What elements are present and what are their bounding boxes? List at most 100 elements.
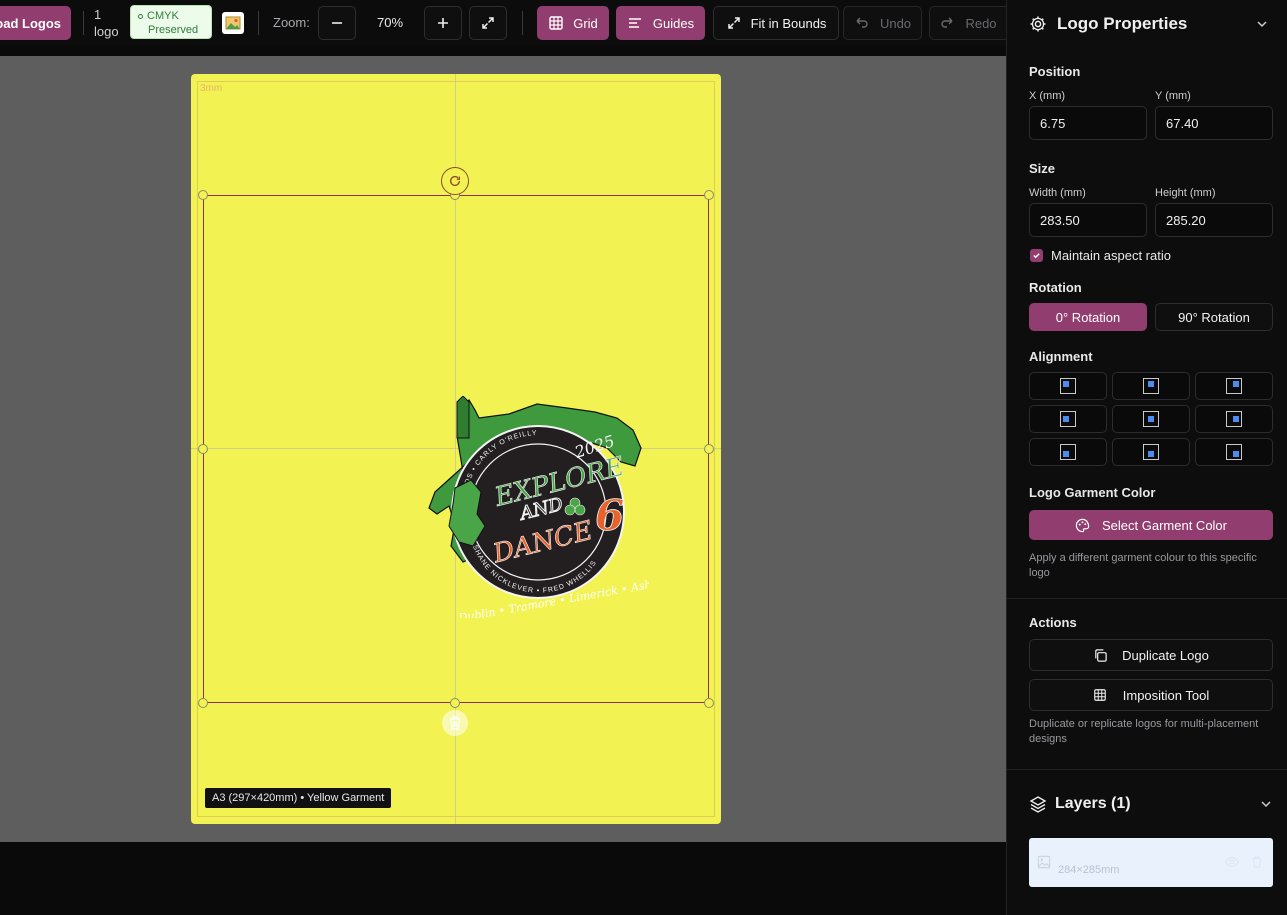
redo-icon (941, 17, 953, 28)
resize-handle-top-right[interactable] (704, 190, 714, 200)
rotation-0-label: 0° Rotation (1055, 309, 1121, 325)
layers-header[interactable]: Layers (1) (1029, 793, 1273, 815)
align-top-left-icon (1060, 378, 1076, 394)
trash-icon (450, 716, 460, 730)
cmyk-status: Preserved (148, 24, 199, 36)
rotate-handle[interactable] (441, 167, 469, 195)
layers-icon (1029, 796, 1047, 813)
align-middle-left-button[interactable] (1029, 405, 1107, 433)
guides-toggle-button[interactable]: Guides (616, 6, 705, 40)
garment-artboard[interactable]: 3mm TIA MOS • CARLY O'REILLY SHANE NICKL… (191, 74, 721, 824)
align-middle-right-button[interactable] (1195, 405, 1273, 433)
garment-color-hint: Apply a different garment colour to this… (1029, 552, 1257, 579)
logo-count-unit: logo (94, 24, 119, 39)
align-middle-left-icon (1060, 411, 1076, 427)
properties-panel: Logo Properties Position X (mm) Y (mm) S… (1006, 0, 1287, 915)
cmyk-status-badge: CMYK Preserved (130, 5, 212, 39)
align-bottom-center-button[interactable] (1112, 438, 1190, 466)
artboard-size-label: A3 (297×420mm) • Yellow Garment (205, 788, 392, 808)
align-bottom-right-icon (1226, 444, 1242, 460)
image-preview-button[interactable] (222, 12, 244, 34)
grid-toggle-button[interactable]: Grid (537, 6, 609, 40)
align-center-icon (1143, 411, 1159, 427)
panel-header[interactable]: Logo Properties (1029, 14, 1269, 34)
aspect-ratio-checkbox[interactable] (1030, 249, 1043, 262)
y-position-field[interactable] (1155, 106, 1273, 140)
gear-icon (1030, 16, 1046, 32)
actions-hint: Duplicate or replicate logos for multi-p… (1029, 718, 1259, 745)
app-root: oad Logos 1 logo CMYK Preserved Zoom: 70… (0, 0, 1287, 915)
selection-box[interactable] (203, 195, 709, 703)
panel-title: Logo Properties (1057, 14, 1188, 33)
resize-handle-bottom-right[interactable] (704, 698, 714, 708)
logo-count: 1 logo (94, 6, 119, 40)
chevron-down-icon[interactable] (1259, 797, 1273, 811)
eye-icon[interactable] (1225, 855, 1239, 869)
align-center-button[interactable] (1112, 405, 1190, 433)
align-top-center-button[interactable] (1112, 372, 1190, 400)
redo-button[interactable]: Redo (929, 6, 1006, 40)
toolbar-divider (258, 11, 259, 35)
select-garment-color-label: Select Garment Color (1102, 517, 1227, 533)
align-bottom-left-icon (1060, 444, 1076, 460)
duplicate-logo-button[interactable]: Duplicate Logo (1029, 639, 1273, 671)
rotation-0-button[interactable]: 0° Rotation (1029, 303, 1147, 331)
align-top-right-icon (1226, 378, 1242, 394)
delete-handle[interactable] (442, 710, 468, 736)
undo-icon (856, 17, 868, 28)
align-top-center-icon (1143, 378, 1159, 394)
guides-label: Guides (652, 15, 695, 31)
top-toolbar: oad Logos 1 logo CMYK Preserved Zoom: 70… (0, 0, 1006, 46)
layer-size: 284×285mm (1058, 864, 1120, 876)
resize-handle-top-left[interactable] (198, 190, 208, 200)
height-field[interactable] (1155, 203, 1273, 237)
guides-icon (628, 18, 641, 28)
layer-item[interactable]: 284×285mm (1029, 838, 1273, 887)
maximize-icon (727, 17, 740, 29)
check-icon (1033, 253, 1040, 259)
x-position-field[interactable] (1029, 106, 1147, 140)
height-label: Height (mm) (1155, 187, 1216, 199)
zoom-label: Zoom: (273, 15, 310, 30)
align-bottom-left-button[interactable] (1029, 438, 1107, 466)
minus-icon (332, 22, 342, 24)
fit-in-bounds-label: Fit in Bounds (750, 15, 827, 31)
upload-logos-button[interactable]: oad Logos (0, 6, 71, 40)
rotate-icon (449, 175, 461, 186)
width-field[interactable] (1029, 203, 1147, 237)
resize-handle-middle-left[interactable] (198, 444, 208, 454)
select-garment-color-button[interactable]: Select Garment Color (1029, 510, 1273, 540)
palette-icon (1075, 518, 1090, 532)
imposition-tool-button[interactable]: Imposition Tool (1029, 679, 1273, 711)
undo-button[interactable]: Undo (843, 6, 922, 40)
zoom-out-button[interactable] (318, 6, 356, 40)
expand-icon (482, 17, 494, 29)
resize-handle-bottom-center[interactable] (450, 698, 460, 708)
align-top-right-button[interactable] (1195, 372, 1273, 400)
width-label: Width (mm) (1029, 187, 1086, 199)
resize-handle-middle-right[interactable] (704, 444, 714, 454)
resize-handle-bottom-left[interactable] (198, 698, 208, 708)
layers-title: Layers (1) (1055, 795, 1131, 812)
fit-in-bounds-button[interactable]: Fit in Bounds (713, 6, 839, 40)
rotation-heading: Rotation (1029, 280, 1082, 295)
bleed-label: 3mm (200, 83, 223, 94)
align-middle-right-icon (1226, 411, 1242, 427)
size-heading: Size (1029, 161, 1056, 176)
duplicate-logo-label: Duplicate Logo (1122, 647, 1209, 663)
toolbar-divider (522, 11, 523, 35)
trash-icon[interactable] (1251, 855, 1263, 869)
aspect-ratio-label[interactable]: Maintain aspect ratio (1051, 248, 1171, 263)
imposition-tool-label: Imposition Tool (1122, 687, 1210, 703)
align-top-left-button[interactable] (1029, 372, 1107, 400)
align-bottom-center-icon (1143, 444, 1159, 460)
chevron-down-icon[interactable] (1255, 17, 1269, 31)
fullscreen-button[interactable] (469, 6, 507, 40)
undo-label: Undo (879, 15, 912, 31)
design-canvas[interactable]: 3mm TIA MOS • CARLY O'REILLY SHANE NICKL… (0, 56, 1006, 842)
redo-label: Redo (965, 15, 997, 31)
image-icon (225, 16, 241, 30)
rotation-90-button[interactable]: 90° Rotation (1155, 303, 1273, 331)
align-bottom-right-button[interactable] (1195, 438, 1273, 466)
zoom-in-button[interactable] (424, 6, 462, 40)
